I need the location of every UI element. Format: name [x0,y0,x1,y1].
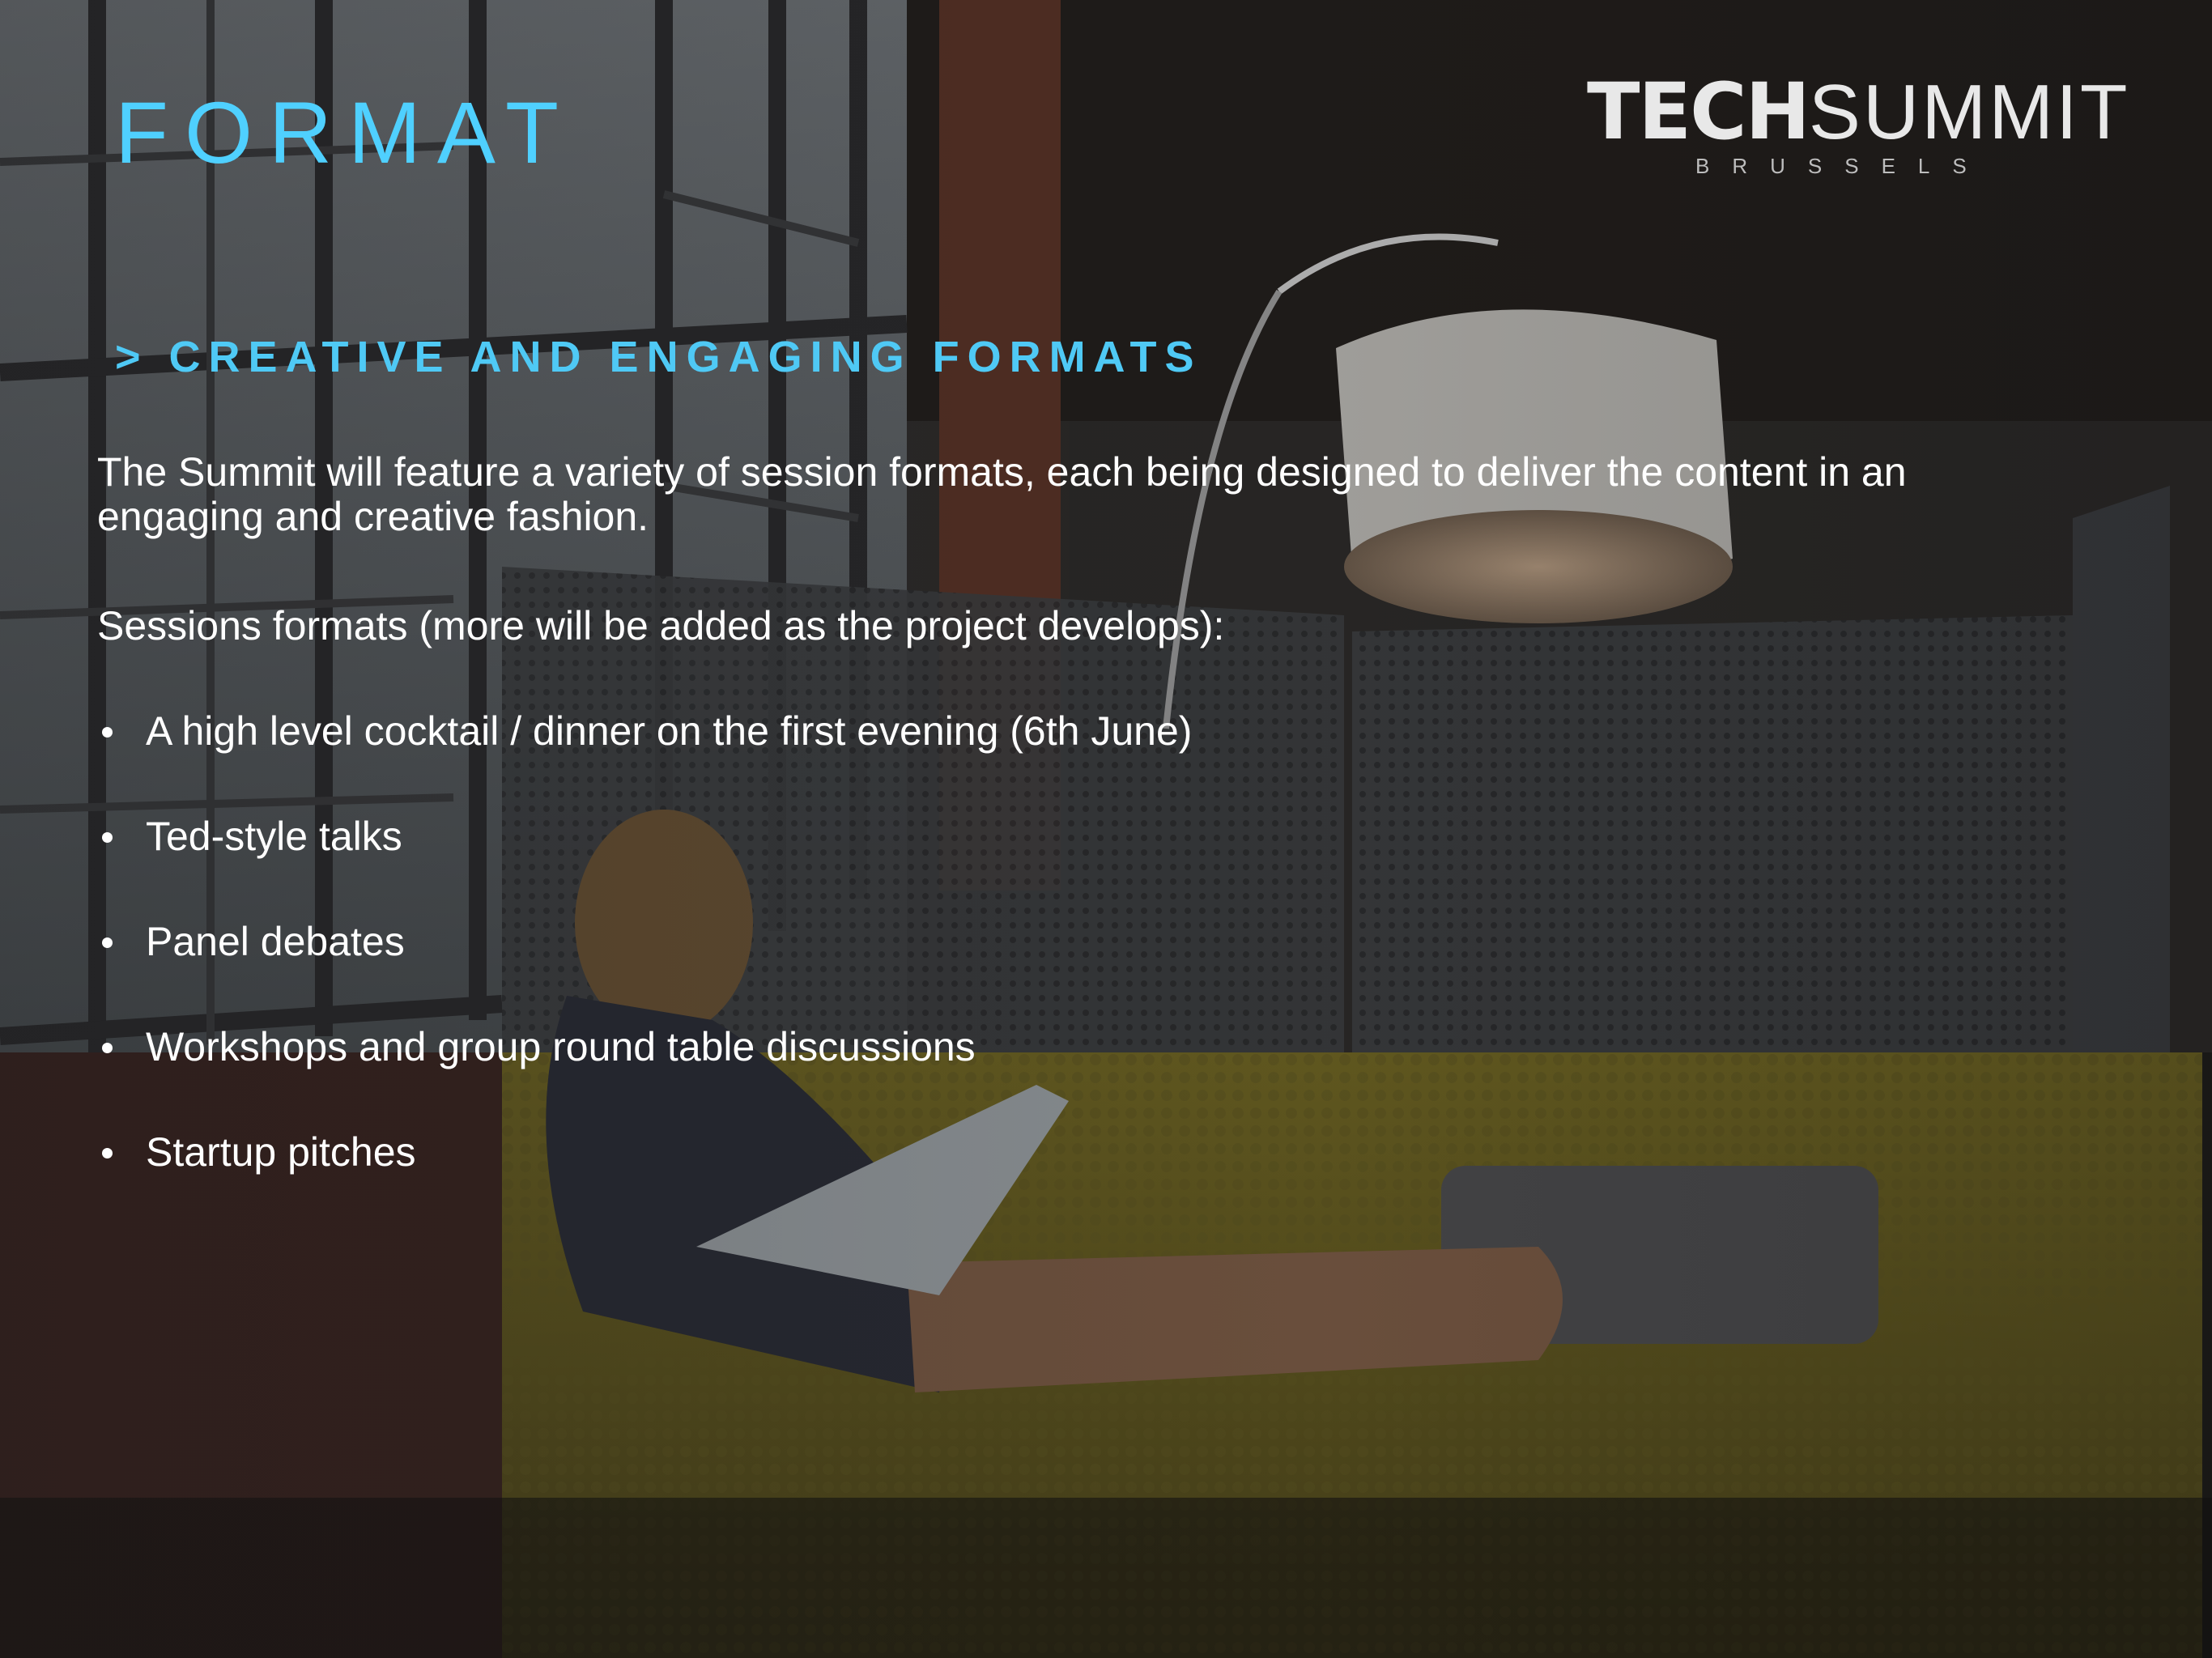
techsummit-logo: TECHSUMMIT BRUSSELS [1587,73,2127,186]
logo-location: BRUSSELS [1695,154,1989,178]
logo-tech: TECH [1587,66,1810,157]
intro-paragraph: The Summit will feature a variety of ses… [97,449,1907,539]
slide-title: FORMAT [115,83,575,181]
section-subtitle: > CREATIVE AND ENGAGING FORMATS [115,333,1202,381]
list-item-text: Panel debates [146,919,405,964]
logo-summit: SUMMIT [1808,69,2130,155]
list-item-text: Ted-style talks [146,814,402,859]
bullet-icon [102,1043,113,1053]
bullet-icon [102,727,113,738]
bullet-icon [102,937,113,948]
sessions-label: Sessions formats (more will be added as … [97,603,1225,648]
logo-wordmark: TECHSUMMIT [1587,73,2129,151]
list-item-text: A high level cocktail / dinner on the fi… [146,708,1193,754]
list-item-text: Workshops and group round table discussi… [146,1024,976,1069]
bullet-icon [102,1148,113,1158]
list-item-text: Startup pitches [146,1129,416,1175]
bullet-icon [102,832,113,843]
